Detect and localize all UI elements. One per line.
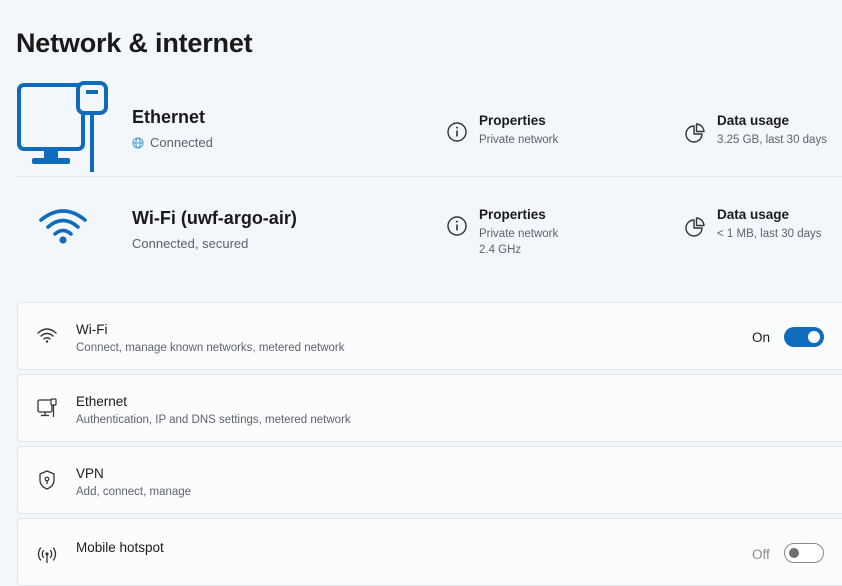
vpn-settings-title: VPN	[76, 466, 104, 481]
wifi-properties-title: Properties	[479, 207, 546, 222]
ethernet-properties-link[interactable]: Properties Private network	[446, 113, 646, 153]
wifi-settings-title: Wi-Fi	[76, 322, 107, 337]
ethernet-settings-title: Ethernet	[76, 394, 127, 409]
ethernet-settings-card[interactable]: Ethernet Authentication, IP and DNS sett…	[17, 374, 842, 442]
wifi-data-usage-subtitle: < 1 MB, last 30 days	[717, 228, 822, 240]
ethernet-data-usage-subtitle: 3.25 GB, last 30 days	[717, 134, 827, 146]
wifi-signal-icon	[38, 206, 88, 246]
wifi-settings-subtitle: Connect, manage known networks, metered …	[76, 342, 344, 354]
wifi-settings-card[interactable]: Wi-Fi Connect, manage known networks, me…	[17, 302, 842, 370]
wifi-properties-link[interactable]: Properties Private network 2.4 GHz	[446, 207, 646, 261]
mobile-hotspot-title: Mobile hotspot	[76, 540, 164, 555]
wifi-data-usage-title: Data usage	[717, 207, 789, 222]
ethernet-settings-subtitle: Authentication, IP and DNS settings, met…	[76, 414, 351, 426]
vpn-settings-subtitle: Add, connect, manage	[76, 486, 191, 498]
mobile-hotspot-settings-card[interactable]: Mobile hotspot Off	[17, 518, 842, 586]
info-icon	[446, 121, 468, 143]
wifi-toggle-label: On	[752, 330, 770, 345]
wifi-data-usage-link[interactable]: Data usage < 1 MB, last 30 days	[684, 207, 842, 247]
page-title: Network & internet	[16, 28, 252, 59]
wifi-toggle[interactable]	[784, 327, 824, 347]
ethernet-data-usage-link[interactable]: Data usage 3.25 GB, last 30 days	[684, 113, 842, 153]
wifi-properties-band: 2.4 GHz	[479, 244, 521, 256]
vpn-settings-card[interactable]: VPN Add, connect, manage ›	[17, 446, 842, 514]
wifi-icon	[36, 325, 58, 347]
shield-icon	[36, 469, 58, 491]
ethernet-connection-summary: Ethernet Connected Properties Private ne…	[16, 80, 842, 177]
ethernet-status-text: Connected	[150, 135, 213, 150]
pie-chart-icon	[684, 216, 706, 238]
info-icon	[446, 215, 468, 237]
hotspot-toggle[interactable]	[784, 543, 824, 563]
ethernet-connection-status: Connected	[132, 135, 213, 150]
hotspot-toggle-label: Off	[752, 547, 770, 562]
wifi-connection-status: Connected, secured	[132, 236, 248, 251]
hotspot-icon	[36, 543, 58, 565]
wifi-properties-subtitle: Private network	[479, 228, 558, 240]
ethernet-monitor-icon	[16, 80, 110, 174]
wifi-connection-summary: Wi-Fi (uwf-argo-air) Connected, secured …	[16, 182, 842, 278]
ethernet-icon	[36, 397, 58, 419]
wifi-connection-name: Wi-Fi (uwf-argo-air)	[132, 208, 297, 229]
ethernet-properties-title: Properties	[479, 113, 546, 128]
ethernet-data-usage-title: Data usage	[717, 113, 789, 128]
globe-icon	[132, 137, 144, 149]
pie-chart-icon	[684, 122, 706, 144]
ethernet-connection-name: Ethernet	[132, 107, 205, 128]
ethernet-properties-subtitle: Private network	[479, 134, 558, 146]
